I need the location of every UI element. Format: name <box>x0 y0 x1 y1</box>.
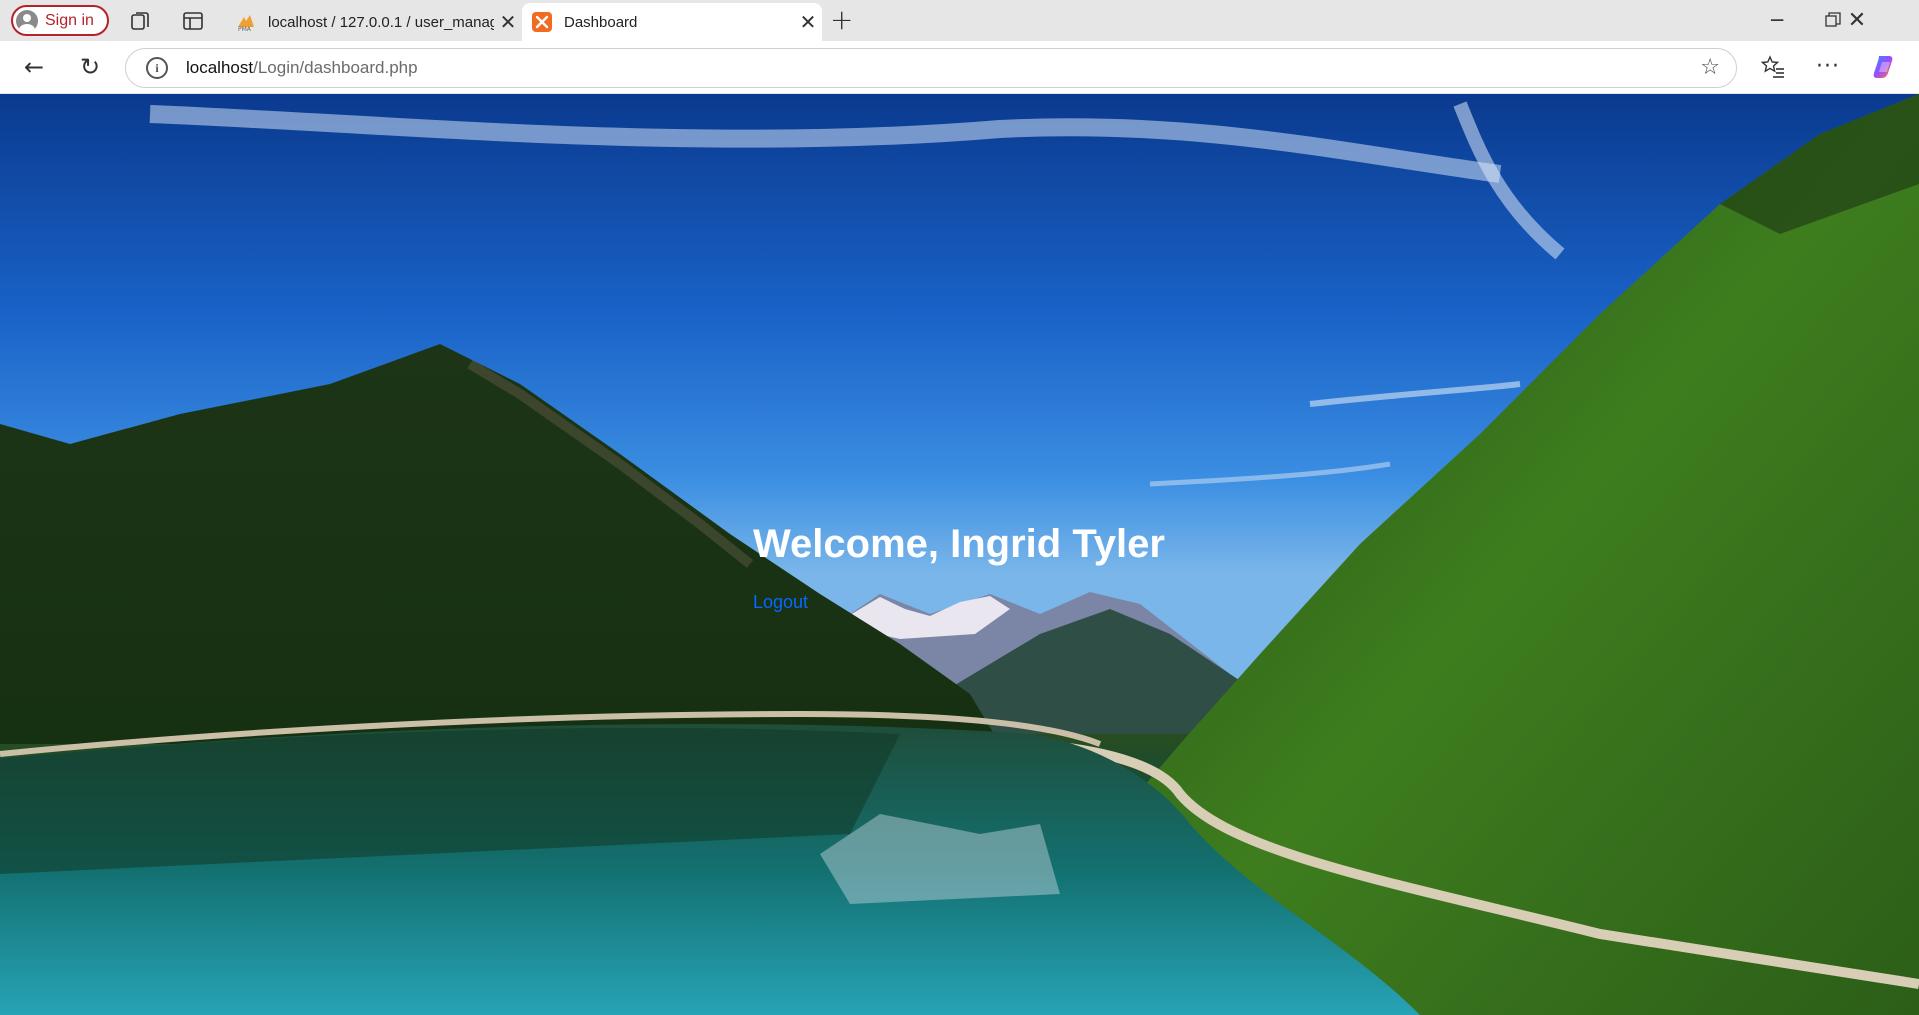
restore-icon[interactable] <box>1825 12 1841 28</box>
copilot-icon[interactable] <box>1871 53 1899 81</box>
minimize-icon[interactable]: ─ <box>1762 8 1792 32</box>
tab-close-icon[interactable]: ✕ <box>794 10 822 35</box>
svg-text:PMA: PMA <box>238 26 252 32</box>
workspaces-icon[interactable] <box>129 9 153 33</box>
close-window-icon[interactable]: ✕ <box>1842 8 1872 33</box>
tab-close-icon[interactable]: ✕ <box>494 10 522 35</box>
sign-in-button[interactable]: Sign in <box>11 5 109 36</box>
browser-toolbar: ← ↻ i localhost /Login/dashboard.php ☆ ·… <box>0 41 1919 94</box>
favorites-icon[interactable] <box>1761 55 1785 79</box>
new-tab-icon[interactable]: + <box>830 6 853 34</box>
site-info-icon[interactable]: i <box>146 57 168 79</box>
tab-phpmyadmin[interactable]: PMA localhost / 127.0.0.1 / user_manag ✕ <box>226 3 522 41</box>
favorite-star-icon[interactable]: ☆ <box>1700 55 1720 80</box>
browser-titlebar: Sign in PMA localhost / 127.0.0.1 / user… <box>0 0 1919 41</box>
welcome-heading: Welcome, Ingrid Tyler <box>753 522 1165 566</box>
tab-title: Dashboard <box>564 13 638 31</box>
phpmyadmin-icon: PMA <box>238 15 254 32</box>
sign-in-label: Sign in <box>45 11 94 29</box>
back-icon[interactable]: ← <box>20 53 48 81</box>
address-bar[interactable]: i localhost /Login/dashboard.php ☆ <box>125 48 1737 88</box>
dashboard-page: Welcome, Ingrid Tyler Logout <box>0 94 1919 1015</box>
xampp-icon <box>532 12 552 32</box>
profile-avatar-icon <box>16 9 38 32</box>
refresh-icon[interactable]: ↻ <box>76 53 104 81</box>
more-options-icon[interactable]: ··· <box>1814 53 1842 81</box>
tab-dashboard[interactable]: Dashboard ✕ <box>522 3 822 41</box>
tab-title: localhost / 127.0.0.1 / user_manag <box>268 13 494 31</box>
logout-link[interactable]: Logout <box>753 592 808 613</box>
url-host: localhost <box>186 58 254 77</box>
url-path: /Login/dashboard.php <box>253 58 418 77</box>
tab-actions-icon[interactable] <box>181 9 205 33</box>
